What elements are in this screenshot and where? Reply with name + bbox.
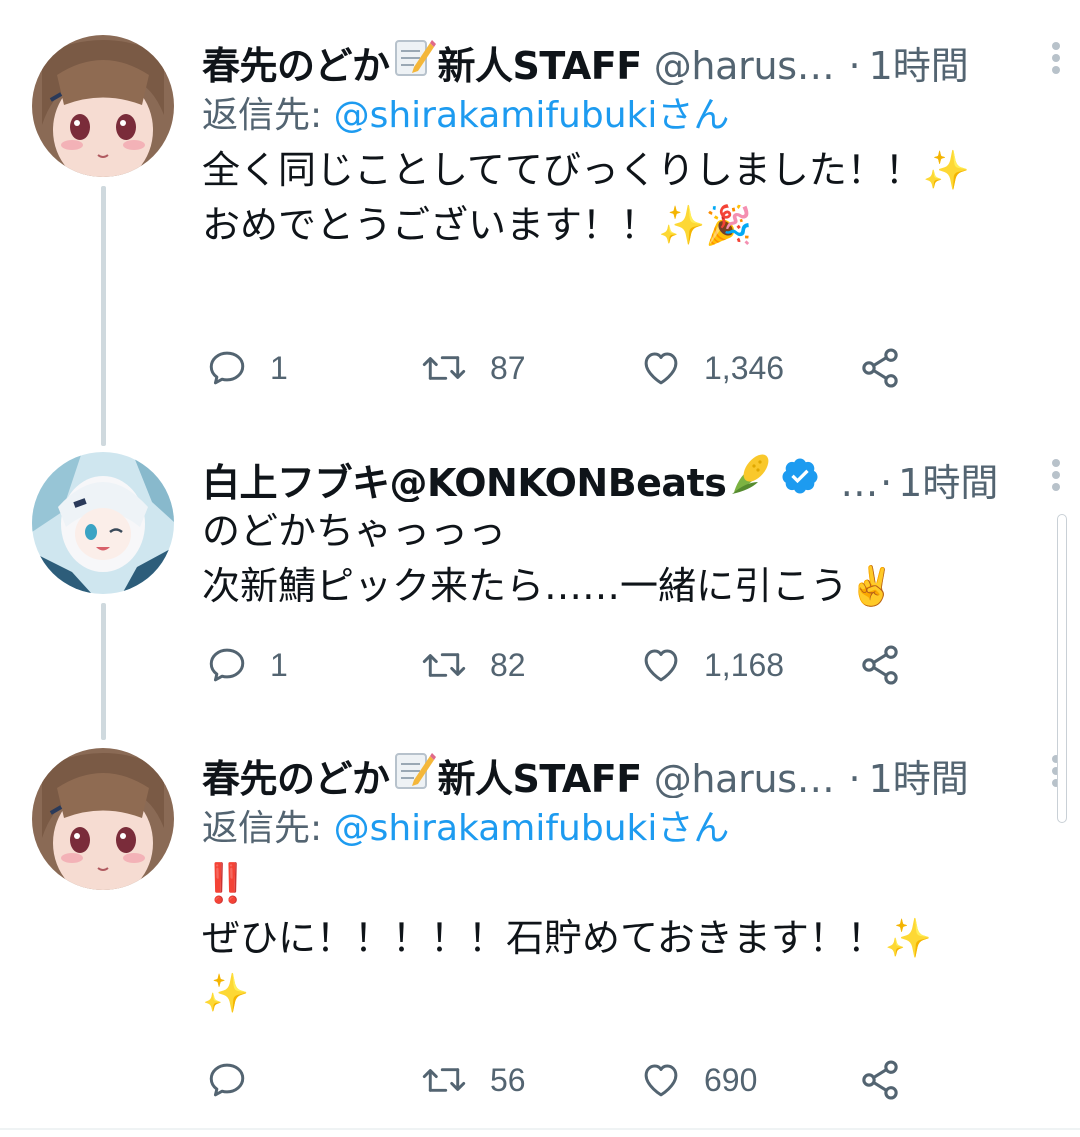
separator-dot: ·: [848, 757, 861, 798]
reply-button[interactable]: [206, 1055, 270, 1105]
user-handle[interactable]: @harus…: [654, 754, 835, 798]
verified-badge-icon: [780, 456, 820, 502]
reply-to: 返信先: @shirakamifubukiさん: [202, 89, 1010, 143]
heart-icon: [644, 649, 678, 682]
timestamp[interactable]: 1時間: [869, 41, 969, 85]
reply-label: 返信先:: [202, 808, 334, 849]
reply-count: 1: [270, 349, 288, 386]
retweet-icon: [422, 653, 466, 677]
heart-icon: [644, 352, 678, 385]
reply-icon: [209, 351, 245, 385]
tweet[interactable]: 春先のどか 新人STAFF @harus… · 1時間 返信先: @shirak…: [0, 0, 1080, 420]
reply-icon: [209, 1063, 245, 1097]
avatar-image: [32, 748, 174, 890]
user-handle[interactable]: …: [840, 458, 878, 502]
display-name-suffix[interactable]: 新人STAFF: [438, 41, 643, 85]
divider: [0, 1128, 1080, 1130]
like-button[interactable]: 690: [640, 1055, 757, 1105]
avatar[interactable]: [32, 35, 174, 177]
tweet-text: 全く同じことしててびっくりしました！！✨ おめでとうございます！！✨🎉: [202, 148, 971, 247]
share-button[interactable]: [858, 343, 902, 393]
share-icon: [862, 348, 898, 388]
avatar[interactable]: [32, 452, 174, 594]
share-icon: [862, 1060, 898, 1100]
tweet-text: ‼️ ぜひに！！！！！石貯めておきます！！✨ ✨: [202, 861, 933, 1015]
timestamp[interactable]: 1時間: [898, 458, 998, 502]
reply-button[interactable]: 1: [206, 640, 288, 690]
tweet[interactable]: 白上フブキ@KONKONBeats … · 1時間 のどかちゃっっっ 次新鯖ピッ…: [0, 420, 1080, 730]
scrollbar[interactable]: [1057, 514, 1067, 823]
like-count: 1,168: [704, 646, 785, 683]
corn-icon: [728, 452, 772, 502]
display-name-suffix[interactable]: 新人STAFF: [438, 754, 643, 798]
retweet-count: 82: [490, 646, 526, 683]
tweet-actions: 1 87 1,346: [202, 343, 922, 393]
share-button[interactable]: [858, 1055, 902, 1105]
reply-button[interactable]: 1: [206, 343, 288, 393]
display-name[interactable]: 春先のどか: [202, 754, 390, 798]
tweet-text: のどかちゃっっっ 次新鯖ピック来たら……一緒に引こう✌️: [202, 509, 896, 608]
reply-mention[interactable]: @shirakamifubukiさん: [334, 808, 730, 849]
reply-icon: [209, 648, 245, 682]
retweet-button[interactable]: 56: [420, 1055, 526, 1105]
memo-icon: [392, 748, 436, 798]
reply-mention[interactable]: @shirakamifubukiさん: [334, 95, 730, 136]
avatar[interactable]: [32, 748, 174, 890]
separator-dot: ·: [880, 461, 893, 502]
memo-icon: [392, 35, 436, 85]
more-options-icon[interactable]: [1046, 39, 1066, 79]
user-handle[interactable]: @harus…: [654, 41, 835, 85]
retweet-button[interactable]: 87: [420, 343, 526, 393]
tweet-header: 春先のどか 新人STAFF @harus… · 1時間: [202, 35, 1010, 85]
like-button[interactable]: 1,346: [640, 343, 784, 393]
avatar-image: [32, 35, 174, 177]
retweet-button[interactable]: 82: [420, 640, 526, 690]
retweet-count: 56: [490, 1061, 526, 1098]
reply-to: 返信先: @shirakamifubukiさん: [202, 802, 1010, 856]
reply-label: 返信先:: [202, 95, 334, 136]
display-name[interactable]: 春先のどか: [202, 41, 390, 85]
retweet-icon: [422, 356, 466, 380]
heart-icon: [644, 1064, 678, 1097]
tweet-actions: 1 82 1,168: [202, 640, 922, 690]
tweet-header: 春先のどか 新人STAFF @harus… · 1時間: [202, 748, 1010, 798]
avatar-image: [32, 452, 174, 594]
separator-dot: ·: [848, 44, 861, 85]
reply-count: 1: [270, 646, 288, 683]
like-button[interactable]: 1,168: [640, 640, 784, 690]
tweet-actions: 56 690: [202, 1055, 922, 1105]
retweet-icon: [422, 1068, 466, 1092]
timestamp[interactable]: 1時間: [869, 754, 969, 798]
more-options-icon[interactable]: [1046, 456, 1066, 496]
tweet-header: 白上フブキ@KONKONBeats … · 1時間: [202, 452, 1010, 502]
tweet[interactable]: 春先のどか 新人STAFF @harus… · 1時間 返信先: @shirak…: [0, 730, 1080, 1130]
share-icon: [862, 645, 898, 685]
retweet-count: 87: [490, 349, 526, 386]
share-button[interactable]: [858, 640, 902, 690]
like-count: 690: [704, 1061, 758, 1098]
like-count: 1,346: [704, 349, 785, 386]
display-name[interactable]: 白上フブキ@KONKONBeats: [202, 458, 727, 502]
